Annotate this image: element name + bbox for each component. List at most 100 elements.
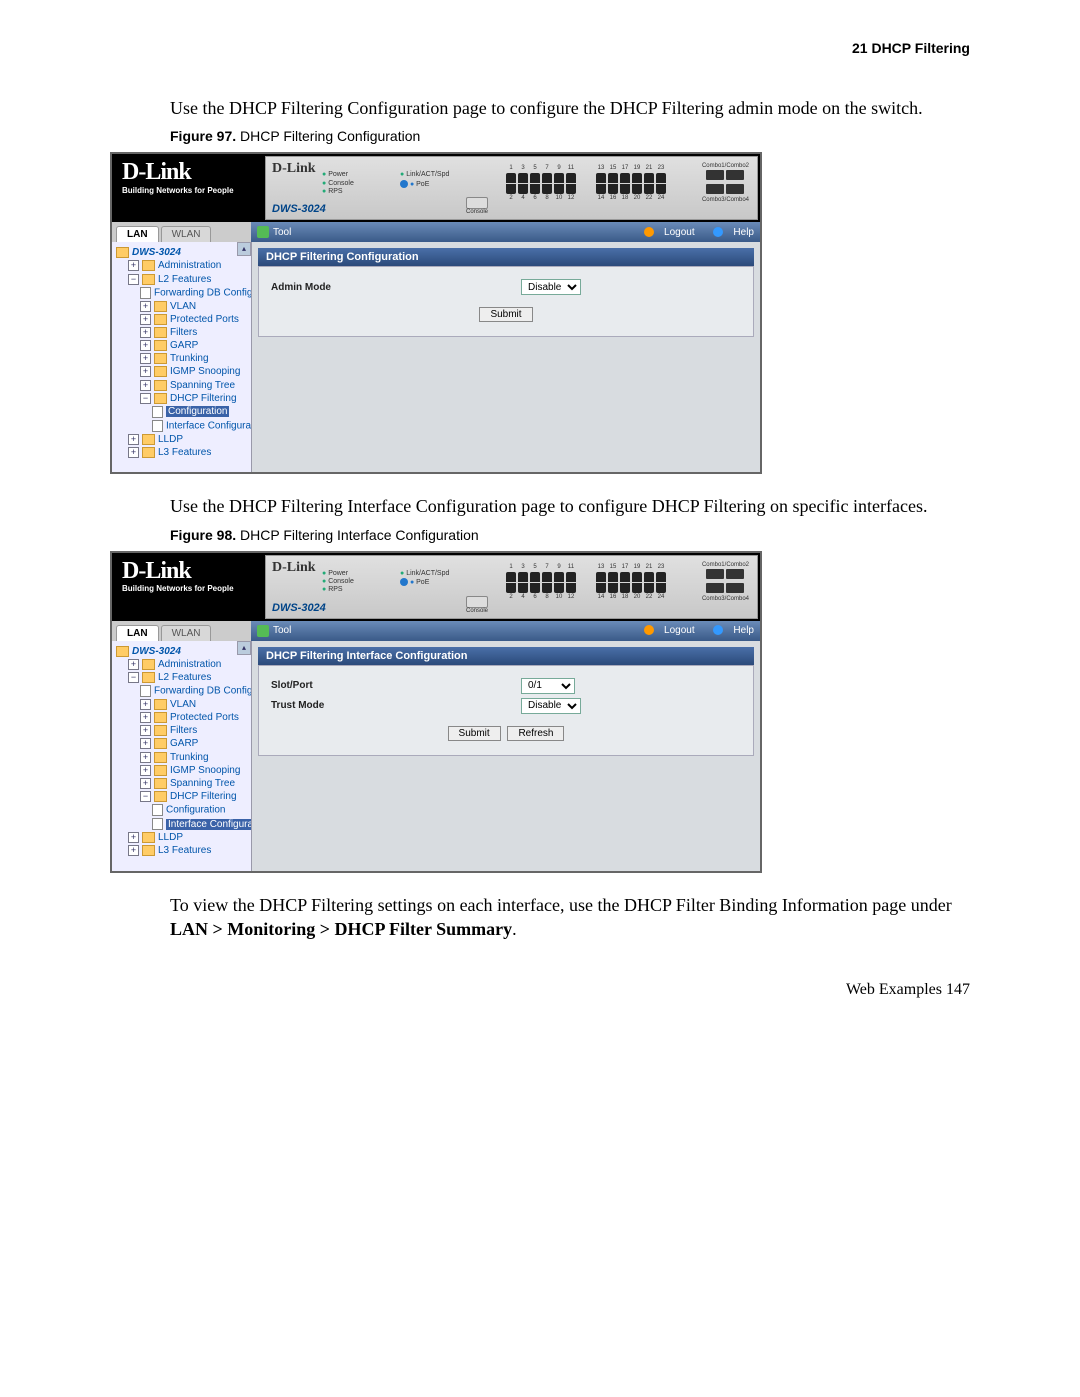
tree-iface[interactable]: Interface Configurat xyxy=(166,420,252,431)
page-header: 21 DHCP Filtering xyxy=(110,40,970,56)
logout-icon xyxy=(644,227,654,237)
device-model: DWS-3024 xyxy=(272,203,326,215)
tab-wlan[interactable]: WLAN xyxy=(161,226,212,242)
brand-tagline: Building Networks for People xyxy=(122,584,257,593)
tree-lldp[interactable]: LLDP xyxy=(158,434,183,445)
tree-iface-selected[interactable]: Interface Configurat xyxy=(166,819,252,830)
tree-pports[interactable]: Protected Ports xyxy=(170,712,239,723)
tree-l3[interactable]: L3 Features xyxy=(158,845,211,856)
tree-fdb[interactable]: Forwarding DB Configu xyxy=(154,287,252,298)
tree-igmp[interactable]: IGMP Snooping xyxy=(170,367,240,378)
content-area: DHCP Filtering Configuration Admin Mode … xyxy=(252,242,760,472)
tree-stp[interactable]: Spanning Tree xyxy=(170,380,235,391)
page-footer: Web Examples 147 xyxy=(110,981,970,999)
tree-trunking[interactable]: Trunking xyxy=(170,752,209,763)
logout-link[interactable]: Logout xyxy=(636,227,695,238)
tree-lldp[interactable]: LLDP xyxy=(158,832,183,843)
paragraph-1: Use the DHCP Filtering Configuration pag… xyxy=(170,96,970,120)
tree-filters[interactable]: Filters xyxy=(170,327,197,338)
scroll-up-icon[interactable]: ▴ xyxy=(237,242,251,256)
help-link[interactable]: Help xyxy=(705,625,754,636)
figure-98-title: DHCP Filtering Interface Configuration xyxy=(240,527,479,543)
tree-config[interactable]: Configuration xyxy=(166,805,225,816)
paragraph-3: To view the DHCP Filtering settings on e… xyxy=(170,893,970,942)
logout-icon xyxy=(644,625,654,635)
tree-fdb[interactable]: Forwarding DB Configu xyxy=(154,686,252,697)
figure-98-label: Figure 98. xyxy=(170,527,240,543)
tree-admin[interactable]: Administration xyxy=(158,659,221,670)
figure-98-screenshot: D-Link Building Networks for People D-Li… xyxy=(110,551,762,873)
device-panel: D-Link ● Power ● Console ● RPS ● Link/AC… xyxy=(265,555,758,619)
tree-stp[interactable]: Spanning Tree xyxy=(170,778,235,789)
tool-label[interactable]: Tool xyxy=(273,625,291,636)
toolbar: Tool Logout Help xyxy=(251,222,760,242)
tool-icon[interactable] xyxy=(257,625,269,637)
trust-mode-select[interactable]: Disable xyxy=(521,698,581,714)
combo-ports: Combo1/Combo2 Combo3/Combo4 xyxy=(702,163,749,203)
led-block-1: ● Power ● Console ● RPS xyxy=(322,570,354,595)
trust-mode-label: Trust Mode xyxy=(271,700,521,711)
tree-l2[interactable]: L2 Features xyxy=(158,672,211,683)
submit-button[interactable]: Submit xyxy=(479,307,532,322)
figure-97-title: DHCP Filtering Configuration xyxy=(240,128,420,144)
admin-mode-select[interactable]: Disable xyxy=(521,279,581,295)
help-icon xyxy=(713,227,723,237)
tool-label[interactable]: Tool xyxy=(273,227,291,238)
tree-igmp[interactable]: IGMP Snooping xyxy=(170,765,240,776)
logout-link[interactable]: Logout xyxy=(636,625,695,636)
console-port: Console xyxy=(466,197,488,215)
slot-port-label: Slot/Port xyxy=(271,680,521,691)
brand-text: D-Link xyxy=(122,162,257,184)
submit-button[interactable]: Submit xyxy=(448,726,501,741)
paragraph-2: Use the DHCP Filtering Interface Configu… xyxy=(170,494,970,518)
tool-icon[interactable] xyxy=(257,226,269,238)
tree-l2[interactable]: L2 Features xyxy=(158,274,211,285)
tab-lan[interactable]: LAN xyxy=(116,625,159,641)
tab-bar: LAN WLAN xyxy=(112,621,251,641)
nav-tree[interactable]: ▴ DWS-3024 +Administration −L2 Features … xyxy=(112,641,252,871)
slot-port-select[interactable]: 0/1 xyxy=(521,678,575,694)
help-icon xyxy=(713,625,723,635)
tree-root[interactable]: DWS-3024 xyxy=(132,247,181,258)
tree-root[interactable]: DWS-3024 xyxy=(132,646,181,657)
content-area: DHCP Filtering Interface Configuration S… xyxy=(252,641,760,871)
figure-97-screenshot: D-Link Building Networks for People D-Li… xyxy=(110,152,762,474)
logo-block: D-Link Building Networks for People xyxy=(112,154,263,222)
scroll-up-icon[interactable]: ▴ xyxy=(237,641,251,655)
tree-trunking[interactable]: Trunking xyxy=(170,353,209,364)
refresh-button[interactable]: Refresh xyxy=(507,726,564,741)
led-block-2: ● Link/ACT/Spd ● PoE xyxy=(400,171,449,189)
tree-garp[interactable]: GARP xyxy=(170,340,198,351)
port-block-2: 131415161718192021222324 xyxy=(596,165,666,202)
device-brand: D-Link xyxy=(272,161,316,176)
led-block-2: ● Link/ACT/Spd ● PoE xyxy=(400,570,449,588)
tab-bar: LAN WLAN xyxy=(112,222,251,242)
tab-wlan[interactable]: WLAN xyxy=(161,625,212,641)
port-block-2: 131415161718192021222324 xyxy=(596,564,666,601)
tree-config-selected[interactable]: Configuration xyxy=(166,406,229,417)
led-block-1: ● Power ● Console ● RPS xyxy=(322,171,354,196)
device-panel: D-Link ● Power ● Console ● RPS ● Link/AC… xyxy=(265,156,758,220)
tree-garp[interactable]: GARP xyxy=(170,739,198,750)
tree-pports[interactable]: Protected Ports xyxy=(170,314,239,325)
port-block-1: 123456789101112 xyxy=(506,564,576,601)
tree-dhcp[interactable]: DHCP Filtering xyxy=(170,791,237,802)
figure-97-label: Figure 97. xyxy=(170,128,240,144)
panel-title: DHCP Filtering Configuration xyxy=(258,248,754,266)
device-brand: D-Link xyxy=(272,560,316,575)
combo-ports: Combo1/Combo2 Combo3/Combo4 xyxy=(702,562,749,602)
help-link[interactable]: Help xyxy=(705,227,754,238)
tree-vlan[interactable]: VLAN xyxy=(170,301,196,312)
tab-lan[interactable]: LAN xyxy=(116,226,159,242)
nav-tree[interactable]: ▴ DWS-3024 +Administration −L2 Features … xyxy=(112,242,252,472)
tree-admin[interactable]: Administration xyxy=(158,261,221,272)
console-port: Console xyxy=(466,596,488,614)
panel-title: DHCP Filtering Interface Configuration xyxy=(258,647,754,665)
logo-block: D-Link Building Networks for People xyxy=(112,553,263,621)
brand-text: D-Link xyxy=(122,561,257,583)
tree-dhcp[interactable]: DHCP Filtering xyxy=(170,393,237,404)
tree-vlan[interactable]: VLAN xyxy=(170,699,196,710)
tree-l3[interactable]: L3 Features xyxy=(158,447,211,458)
tree-filters[interactable]: Filters xyxy=(170,725,197,736)
figure-98-caption: Figure 98. DHCP Filtering Interface Conf… xyxy=(170,527,970,543)
